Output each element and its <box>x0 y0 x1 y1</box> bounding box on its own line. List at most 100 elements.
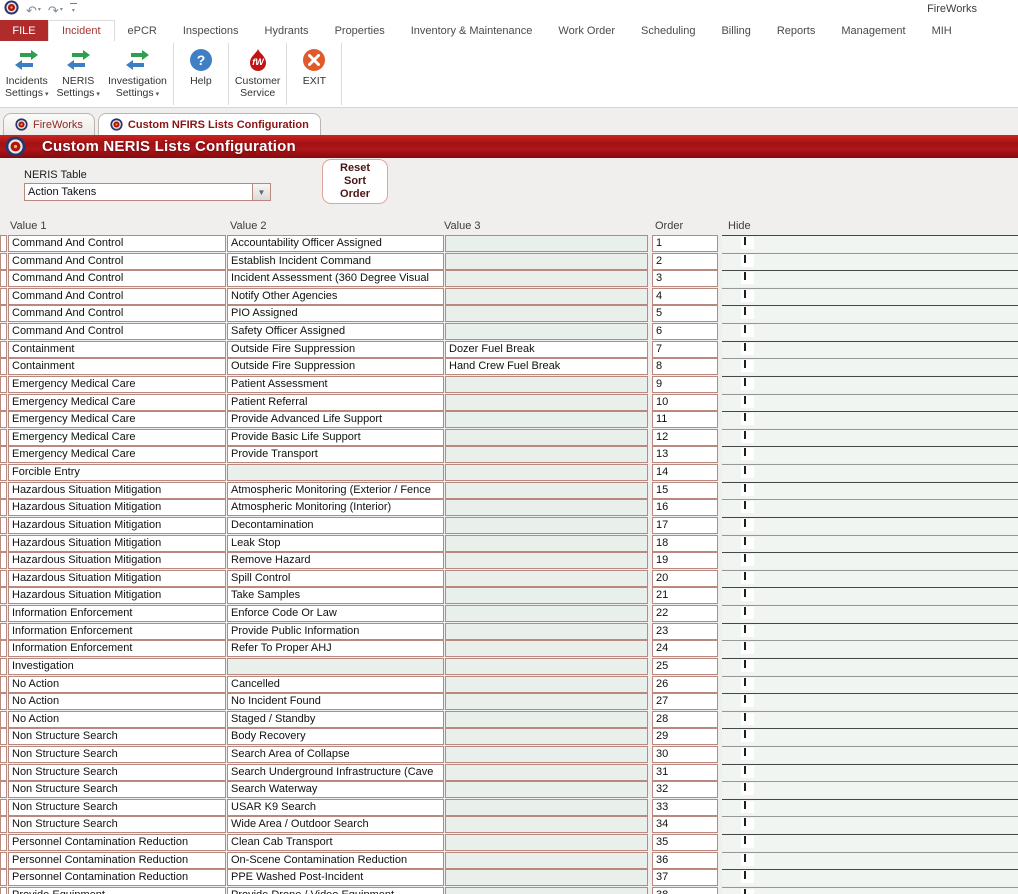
document-tab-fireworks[interactable]: FireWorks <box>3 113 95 135</box>
value2-cell[interactable]: Accountability Officer Assigned <box>227 235 444 252</box>
value1-cell[interactable]: Information Enforcement <box>8 605 226 622</box>
exit-button[interactable]: EXIT <box>289 41 339 107</box>
row-selector-cell[interactable] <box>0 376 7 393</box>
value2-cell[interactable]: Search Area of Collapse <box>227 746 444 763</box>
value3-cell[interactable] <box>445 288 648 305</box>
incidents-settings-button[interactable]: IncidentsSettings▾ <box>1 41 52 107</box>
value2-cell[interactable]: Refer To Proper AHJ <box>227 640 444 657</box>
row-selector-cell[interactable] <box>0 728 7 745</box>
hide-checkbox[interactable] <box>744 678 746 686</box>
value3-cell[interactable] <box>445 394 648 411</box>
hide-checkbox[interactable] <box>744 396 746 404</box>
hide-checkbox[interactable] <box>744 625 746 633</box>
ribbon-tab-incident[interactable]: Incident <box>48 20 115 41</box>
order-cell[interactable]: 13 <box>652 446 718 463</box>
row-selector-cell[interactable] <box>0 482 7 499</box>
value1-cell[interactable]: Forcible Entry <box>8 464 226 481</box>
value3-cell[interactable] <box>445 482 648 499</box>
value2-cell[interactable]: Outside Fire Suppression <box>227 358 444 375</box>
hide-checkbox[interactable] <box>744 871 746 879</box>
value1-cell[interactable]: Provide Equipment <box>8 887 226 894</box>
value3-cell[interactable] <box>445 693 648 710</box>
value2-cell[interactable]: Outside Fire Suppression <box>227 341 444 358</box>
undo-dropdown-icon[interactable]: ▾ <box>38 4 41 17</box>
row-selector-cell[interactable] <box>0 305 7 322</box>
value1-cell[interactable]: Command And Control <box>8 305 226 322</box>
order-cell[interactable]: 15 <box>652 482 718 499</box>
value1-cell[interactable]: Hazardous Situation Mitigation <box>8 482 226 499</box>
order-cell[interactable]: 17 <box>652 517 718 534</box>
order-cell[interactable]: 25 <box>652 658 718 675</box>
value2-cell[interactable]: Cancelled <box>227 676 444 693</box>
order-cell[interactable]: 31 <box>652 764 718 781</box>
customize-quick-access-button[interactable]: ▾ <box>70 3 77 18</box>
value2-cell[interactable]: No Incident Found <box>227 693 444 710</box>
hide-checkbox[interactable] <box>744 484 746 492</box>
ribbon-tab-epcr[interactable]: ePCR <box>115 20 170 41</box>
hide-checkbox[interactable] <box>744 378 746 386</box>
value1-cell[interactable]: Hazardous Situation Mitigation <box>8 535 226 552</box>
order-cell[interactable]: 10 <box>652 394 718 411</box>
order-cell[interactable]: 5 <box>652 305 718 322</box>
value2-cell[interactable]: Search Waterway <box>227 781 444 798</box>
row-selector-cell[interactable] <box>0 587 7 604</box>
order-cell[interactable]: 7 <box>652 341 718 358</box>
value2-cell[interactable]: Enforce Code Or Law <box>227 605 444 622</box>
value3-cell[interactable] <box>445 552 648 569</box>
hide-checkbox[interactable] <box>744 818 746 826</box>
row-selector-cell[interactable] <box>0 517 7 534</box>
hide-checkbox[interactable] <box>744 801 746 809</box>
hide-checkbox[interactable] <box>744 237 746 245</box>
row-selector-cell[interactable] <box>0 235 7 252</box>
value2-cell[interactable]: Provide Advanced Life Support <box>227 411 444 428</box>
order-cell[interactable]: 3 <box>652 270 718 287</box>
value1-cell[interactable]: Emergency Medical Care <box>8 429 226 446</box>
row-selector-cell[interactable] <box>0 711 7 728</box>
value1-cell[interactable]: No Action <box>8 711 226 728</box>
value3-cell[interactable]: Hand Crew Fuel Break <box>445 358 648 375</box>
order-cell[interactable]: 1 <box>652 235 718 252</box>
neris-table-select[interactable]: Action Takens ▼ <box>24 183 271 201</box>
row-selector-cell[interactable] <box>0 834 7 851</box>
ribbon-tab-properties[interactable]: Properties <box>322 20 398 41</box>
ribbon-tab-inspections[interactable]: Inspections <box>170 20 252 41</box>
hide-checkbox[interactable] <box>744 660 746 668</box>
order-cell[interactable]: 37 <box>652 869 718 886</box>
hide-checkbox[interactable] <box>744 360 746 368</box>
value2-cell[interactable]: Clean Cab Transport <box>227 834 444 851</box>
ribbon-tab-hydrants[interactable]: Hydrants <box>252 20 322 41</box>
value1-cell[interactable]: Information Enforcement <box>8 623 226 640</box>
value3-cell[interactable] <box>445 887 648 894</box>
value1-cell[interactable]: Information Enforcement <box>8 640 226 657</box>
value2-cell[interactable]: On-Scene Contamination Reduction <box>227 852 444 869</box>
order-cell[interactable]: 23 <box>652 623 718 640</box>
hide-checkbox[interactable] <box>744 448 746 456</box>
value3-cell[interactable] <box>445 746 648 763</box>
value3-cell[interactable] <box>445 535 648 552</box>
value2-cell[interactable]: USAR K9 Search <box>227 799 444 816</box>
hide-checkbox[interactable] <box>744 889 746 894</box>
value2-cell[interactable]: PIO Assigned <box>227 305 444 322</box>
order-cell[interactable]: 20 <box>652 570 718 587</box>
hide-checkbox[interactable] <box>744 466 746 474</box>
row-selector-cell[interactable] <box>0 605 7 622</box>
row-selector-cell[interactable] <box>0 658 7 675</box>
hide-checkbox[interactable] <box>744 307 746 315</box>
hide-checkbox[interactable] <box>744 730 746 738</box>
value1-cell[interactable]: Non Structure Search <box>8 764 226 781</box>
value3-cell[interactable] <box>445 499 648 516</box>
order-cell[interactable]: 18 <box>652 535 718 552</box>
value3-cell[interactable] <box>445 816 648 833</box>
hide-checkbox[interactable] <box>744 589 746 597</box>
value1-cell[interactable]: Emergency Medical Care <box>8 394 226 411</box>
value1-cell[interactable]: Emergency Medical Care <box>8 411 226 428</box>
customer-service-button[interactable]: fWCustomerService <box>231 41 285 107</box>
value2-cell[interactable]: Atmospheric Monitoring (Exterior / Fence <box>227 482 444 499</box>
value1-cell[interactable]: Containment <box>8 358 226 375</box>
value1-cell[interactable]: No Action <box>8 693 226 710</box>
hide-checkbox[interactable] <box>744 554 746 562</box>
row-selector-cell[interactable] <box>0 499 7 516</box>
row-selector-cell[interactable] <box>0 288 7 305</box>
value1-cell[interactable]: Command And Control <box>8 235 226 252</box>
value3-cell[interactable] <box>445 711 648 728</box>
